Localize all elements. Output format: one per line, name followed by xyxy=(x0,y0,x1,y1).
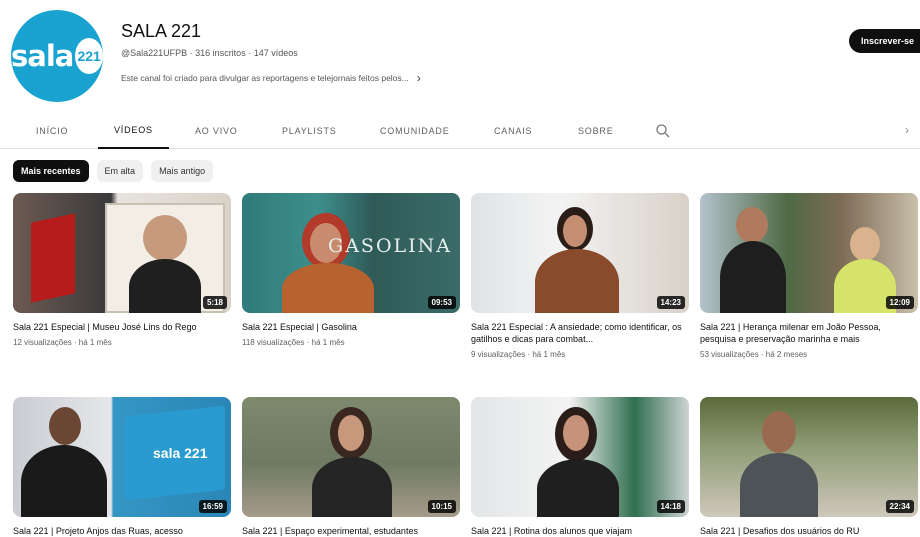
video-duration: 09:53 xyxy=(427,296,456,309)
channel-description-text: Este canal foi criado para divulgar as r… xyxy=(121,73,409,83)
video-card[interactable]: sala 221 16:59 Sala 221 | Projeto Anjos … xyxy=(13,397,231,537)
video-meta: 9 visualizações · há 1 mês xyxy=(471,350,566,359)
video-meta: 118 visualizações · há 1 mês xyxy=(242,338,345,347)
channel-tabs: INÍCIO VÍDEOS AO VIVO PLAYLISTS COMUNIDA… xyxy=(0,112,920,149)
tab-comunidade[interactable]: COMUNIDADE xyxy=(380,112,450,149)
video-title[interactable]: Sala 221 Especial | Gasolina xyxy=(242,321,460,333)
video-duration: 10:15 xyxy=(427,500,456,513)
video-thumbnail[interactable]: 5:18 xyxy=(13,193,231,313)
video-duration: 12:09 xyxy=(885,296,914,309)
chip-mais-recentes[interactable]: Mais recentes xyxy=(13,160,89,182)
tab-ao-vivo[interactable]: AO VIVO xyxy=(195,112,238,149)
video-thumbnail[interactable]: 22:34 xyxy=(700,397,918,517)
sort-chips: Mais recentes Em alta Mais antigo xyxy=(13,160,214,182)
video-card[interactable]: 22:34 Sala 221 | Desafios dos usuários d… xyxy=(700,397,918,537)
video-title[interactable]: Sala 221 | Rotina dos alunos que viajam xyxy=(471,525,689,537)
video-card[interactable]: GASOLINA 09:53 Sala 221 Especial | Gasol… xyxy=(242,193,460,347)
video-duration: 5:18 xyxy=(202,296,227,309)
channel-logo-badge: 221 xyxy=(75,38,103,74)
video-title[interactable]: Sala 221 | Projeto Anjos das Ruas, acess… xyxy=(13,525,231,537)
subscribe-button[interactable]: Inscrever-se xyxy=(848,29,920,53)
search-icon[interactable] xyxy=(655,123,671,139)
tab-inicio[interactable]: INÍCIO xyxy=(36,112,68,149)
overlay-title: GASOLINA xyxy=(328,235,452,257)
channel-name: SALA 221 xyxy=(121,21,202,41)
video-thumbnail[interactable]: 14:23 xyxy=(471,193,689,313)
video-title[interactable]: Sala 221 | Desafios dos usuários do RU xyxy=(700,525,918,537)
channel-meta: @Sala221UFPB · 316 inscritos · 147 vídeo… xyxy=(121,48,298,58)
video-duration: 14:23 xyxy=(656,296,685,309)
tab-sobre[interactable]: SOBRE xyxy=(578,112,614,149)
video-title[interactable]: Sala 221 | Espaço experimental, estudant… xyxy=(242,525,460,537)
video-title[interactable]: Sala 221 Especial | Museu José Lins do R… xyxy=(13,321,231,333)
chevron-right-icon[interactable]: › xyxy=(905,123,909,137)
channel-logo-text: sala xyxy=(11,39,74,73)
channel-avatar[interactable]: sala 221 xyxy=(11,10,103,102)
channel-description[interactable]: Este canal foi criado para divulgar as r… xyxy=(121,71,421,85)
video-thumbnail[interactable]: sala 221 16:59 xyxy=(13,397,231,517)
chevron-right-icon: › xyxy=(416,71,421,85)
video-meta: 53 visualizações · há 2 meses xyxy=(700,350,808,359)
screen-logo: sala 221 xyxy=(153,445,208,461)
video-thumbnail[interactable]: 12:09 xyxy=(700,193,918,313)
video-meta: 12 visualizações · há 1 mês xyxy=(13,338,112,347)
video-card[interactable]: 14:23 Sala 221 Especial : A ansiedade; c… xyxy=(471,193,689,359)
video-title[interactable]: Sala 221 Especial : A ansiedade; como id… xyxy=(471,321,689,345)
flag-graphic xyxy=(31,213,75,303)
video-thumbnail[interactable]: GASOLINA 09:53 xyxy=(242,193,460,313)
video-duration: 16:59 xyxy=(198,500,227,513)
video-card[interactable]: 5:18 Sala 221 Especial | Museu José Lins… xyxy=(13,193,231,347)
video-title[interactable]: Sala 221 | Herança milenar em João Pesso… xyxy=(700,321,918,345)
tab-videos[interactable]: VÍDEOS xyxy=(98,112,169,149)
video-card[interactable]: 12:09 Sala 221 | Herança milenar em João… xyxy=(700,193,918,359)
chip-mais-antigo[interactable]: Mais antigo xyxy=(151,160,214,182)
chip-em-alta[interactable]: Em alta xyxy=(96,160,144,182)
video-duration: 22:34 xyxy=(885,500,914,513)
video-card[interactable]: 10:15 Sala 221 | Espaço experimental, es… xyxy=(242,397,460,537)
video-card[interactable]: 14:18 Sala 221 | Rotina dos alunos que v… xyxy=(471,397,689,537)
tab-canais[interactable]: CANAIS xyxy=(494,112,532,149)
video-thumbnail[interactable]: 10:15 xyxy=(242,397,460,517)
tab-playlists[interactable]: PLAYLISTS xyxy=(282,112,337,149)
video-duration: 14:18 xyxy=(656,500,685,513)
video-thumbnail[interactable]: 14:18 xyxy=(471,397,689,517)
